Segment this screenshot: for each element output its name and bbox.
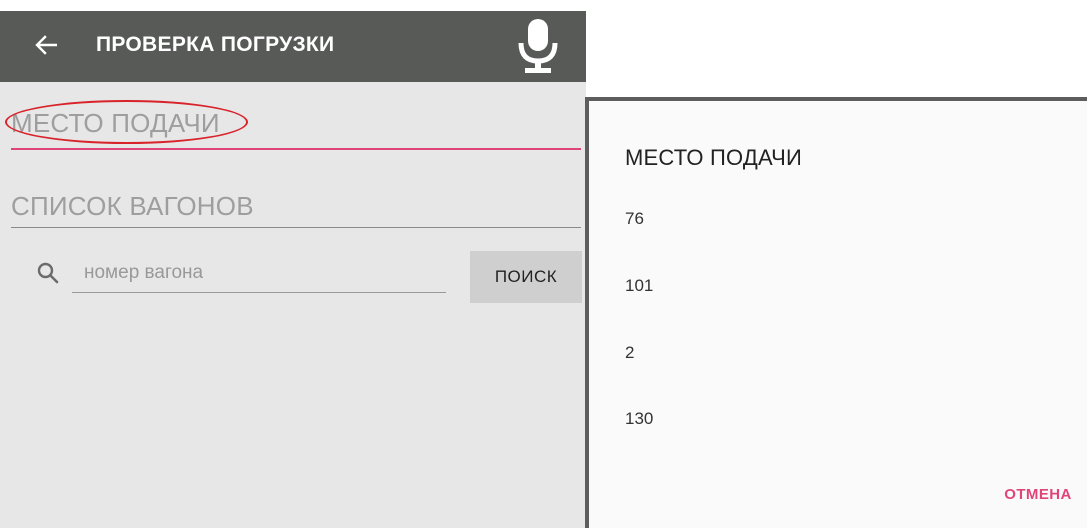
- dialog-option[interactable]: 101: [625, 266, 1065, 306]
- search-row: ПОИСК: [0, 251, 586, 321]
- search-button[interactable]: ПОИСК: [470, 251, 582, 303]
- voice-input-button[interactable]: [506, 17, 570, 79]
- dialog-option[interactable]: 76: [625, 199, 1065, 239]
- dialog-option[interactable]: 130: [625, 399, 1065, 439]
- app-toolbar: ПРОВЕРКА ПОГРУЗКИ: [0, 11, 586, 82]
- wagons-field-label: СПИСОК ВАГОНОВ: [11, 191, 254, 221]
- wagon-number-input[interactable]: [72, 253, 446, 293]
- dialog-frame: МЕСТО ПОДАЧИ 76 101 2 130 ОТМЕНА: [585, 97, 1087, 528]
- place-field-underline: [11, 148, 581, 150]
- microphone-icon: [516, 17, 560, 80]
- back-button[interactable]: [26, 27, 66, 67]
- search-icon: [36, 261, 60, 285]
- page-title: ПРОВЕРКА ПОГРУЗКИ: [96, 33, 335, 56]
- dialog-title: МЕСТО ПОДАЧИ: [625, 145, 803, 170]
- loading-check-screen: ПРОВЕРКА ПОГРУЗКИ МЕСТО ПОДАЧИ СПИСОК ВА…: [0, 11, 586, 528]
- wagons-field[interactable]: СПИСОК ВАГОНОВ: [11, 191, 581, 236]
- place-select-dialog: МЕСТО ПОДАЧИ 76 101 2 130 ОТМЕНА: [589, 101, 1087, 528]
- place-field[interactable]: МЕСТО ПОДАЧИ: [5, 100, 581, 153]
- cancel-button[interactable]: ОТМЕНА: [993, 478, 1083, 510]
- wagons-field-underline: [11, 227, 581, 228]
- place-field-label: МЕСТО ПОДАЧИ: [11, 108, 220, 138]
- dialog-option[interactable]: 2: [625, 333, 1065, 373]
- arrow-left-icon: [35, 34, 58, 60]
